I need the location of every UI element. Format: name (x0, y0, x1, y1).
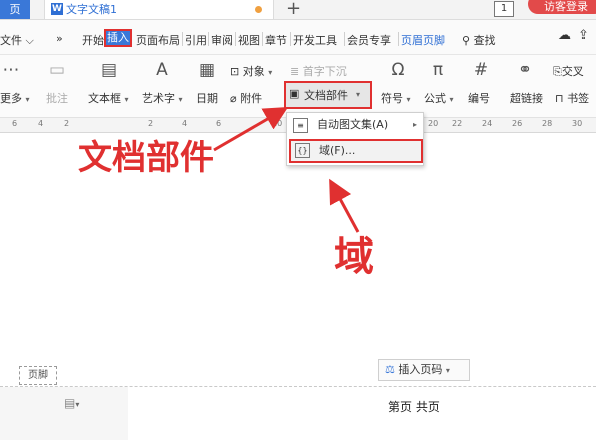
annotation-docparts: 文档部件 (78, 138, 214, 178)
footer-page-text: 第页 共页 (388, 400, 440, 414)
footer-label: 页脚 (19, 366, 57, 385)
left-margin-area (0, 387, 128, 440)
annotation-arrows (213, 106, 360, 233)
page-number-icon: ⚖ (385, 363, 395, 376)
annotation-field: 域 (334, 234, 374, 280)
insert-page-number-button[interactable]: ⚖ 插入页码 ▾ (378, 359, 470, 381)
arrow-to-field (329, 178, 360, 233)
arrow-to-docparts (213, 106, 289, 152)
paste-options-icon[interactable]: ▤▾ (64, 396, 79, 410)
